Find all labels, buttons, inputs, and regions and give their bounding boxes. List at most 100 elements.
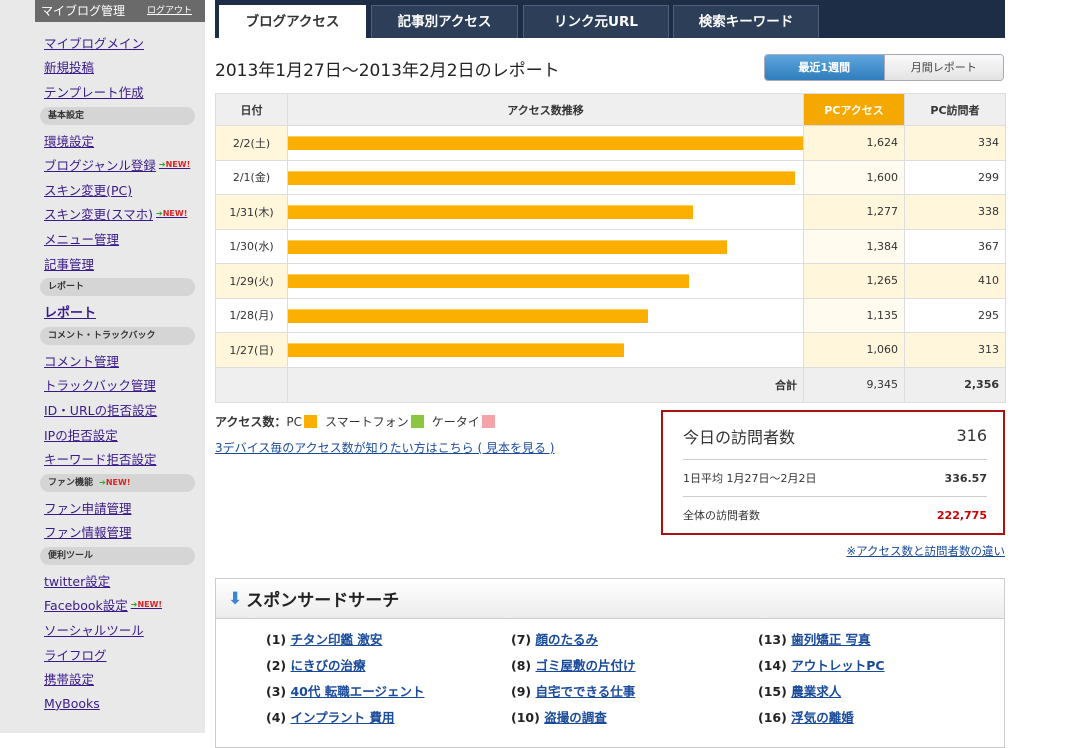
sponsored-item: (14) アウトレットPC: [758, 655, 998, 681]
sponsored-item-link[interactable]: チタン印鑑 激安: [290, 632, 382, 647]
row-date: 2/1(金): [215, 159, 288, 195]
legend-pc-swatch: [304, 415, 318, 428]
sponsored-item-number: (7): [511, 632, 532, 647]
row-access-bar-cell: [287, 159, 804, 195]
sidebar-item-articles[interactable]: 記事管理: [35, 251, 205, 276]
sidebar-item-fan-info[interactable]: ファン情報管理: [35, 520, 205, 545]
header-pc-access[interactable]: PCアクセス: [803, 93, 905, 126]
sponsored-item-link[interactable]: 顔のたるみ: [535, 632, 598, 647]
row-date: 1/29(火): [215, 263, 288, 299]
table-row: 1/27(日) 1,060 313: [215, 332, 1006, 368]
header-trend: アクセス数推移: [287, 93, 804, 126]
device-legend: アクセス数： PC スマートフォン ケータイ: [215, 413, 503, 430]
sponsored-item-number: (2): [266, 658, 287, 673]
sponsored-item: (10) 盗撮の調査: [511, 707, 751, 733]
sidebar-item-id-url-block[interactable]: ID・URLの拒否設定: [35, 397, 205, 422]
sidebar-item-mobile[interactable]: 携帯設定: [35, 666, 205, 691]
weekly-report-button[interactable]: 最近1週間: [765, 55, 884, 80]
sidebar-item-facebook-wrap: Facebook設定 ➔NEW!: [35, 593, 205, 618]
today-visitors-value: 316: [956, 426, 987, 445]
sponsored-item: (13) 歯列矯正 写真: [758, 629, 998, 655]
sponsored-item-link[interactable]: 40代 転職エージェント: [290, 684, 424, 699]
row-pc-access: 1,265: [803, 263, 905, 299]
sponsored-header: ⬇ スポンサードサーチ: [216, 579, 1004, 619]
sponsored-item: (16) 浮気の離婚: [758, 707, 998, 733]
new-badge: ➔NEW!: [156, 209, 188, 219]
sidebar-item-social[interactable]: ソーシャルツール: [35, 617, 205, 642]
sidebar-item-mybooks[interactable]: MyBooks: [35, 691, 205, 716]
total-label: 合計: [287, 366, 804, 403]
sidebar-item-comments[interactable]: コメント管理: [35, 348, 205, 373]
header-pc-visitors[interactable]: PC訪問者: [904, 93, 1006, 126]
sponsored-item-link[interactable]: 歯列矯正 写真: [791, 632, 870, 647]
sponsored-search-box: ⬇ スポンサードサーチ (1) チタン印鑑 激安 (2) にきびの治療 (3) 40…: [215, 578, 1005, 748]
sponsored-item-number: (8): [511, 658, 532, 673]
sidebar-item-lifelog[interactable]: ライフログ: [35, 642, 205, 667]
sidebar-section-tools: 便利ツール: [40, 547, 195, 566]
sidebar-item-facebook[interactable]: Facebook設定: [44, 595, 128, 614]
sidebar-item-keyword-block[interactable]: キーワード拒否設定: [35, 446, 205, 471]
access-bar: [288, 170, 795, 185]
row-access-bar-cell: [287, 332, 804, 368]
sidebar-item-environment[interactable]: 環境設定: [35, 128, 205, 153]
report-title: 2013年1月27日〜2013年2月2日のレポート: [215, 61, 560, 81]
sponsored-item: (8) ゴミ屋敷の片付け: [511, 655, 751, 681]
sidebar-item-report[interactable]: レポート: [35, 299, 205, 324]
sidebar-item-ip-block[interactable]: IPの拒否設定: [35, 422, 205, 447]
sidebar-item-twitter[interactable]: twitter設定: [35, 568, 205, 593]
sponsored-title: スポンサードサーチ: [246, 591, 400, 611]
table-row: 1/29(火) 1,265 410: [215, 263, 1006, 299]
sponsored-item-link[interactable]: ゴミ屋敷の片付け: [535, 658, 635, 673]
period-toggle: 最近1週間 月間レポート: [764, 54, 1004, 81]
sidebar-item-template[interactable]: テンプレート作成: [35, 79, 205, 104]
sponsored-item-link[interactable]: にきびの治療: [290, 658, 365, 673]
sidebar-item-skin-sp-wrap: スキン変更(スマホ) ➔NEW!: [35, 202, 205, 227]
device-breakdown-link[interactable]: 3デバイス毎のアクセス数が知りたい方はこちら ( 見本を見る ): [215, 439, 554, 456]
sponsored-item-number: (16): [758, 710, 787, 725]
row-access-bar-cell: [287, 125, 804, 161]
access-bar: [288, 343, 624, 357]
legend-mobile-label: ケータイ: [431, 415, 480, 429]
sidebar-item-genre[interactable]: ブログジャンル登録: [44, 155, 156, 174]
total-visitors-value: 222,775: [936, 508, 987, 522]
sidebar-title-bar: マイブログ管理 ログアウト: [35, 0, 205, 22]
sponsored-item-link[interactable]: 盗撮の調査: [544, 710, 607, 725]
access-bar: [288, 136, 803, 150]
sidebar-item-skin-sp[interactable]: スキン変更(スマホ): [44, 204, 153, 223]
sponsored-item-link[interactable]: 農業求人: [791, 684, 841, 699]
daily-average-label: 1日平均 1月27日〜2月2日: [683, 472, 817, 485]
visitor-summary-box: 今日の訪問者数 316 1日平均 1月27日〜2月2日 336.57 全体の訪問…: [661, 410, 1005, 535]
tab-blog-access[interactable]: ブログアクセス: [219, 5, 366, 38]
row-pc-access: 1,277: [803, 194, 905, 230]
sidebar-item-trackbacks[interactable]: トラックバック管理: [35, 373, 205, 398]
sponsored-item-link[interactable]: 自宅でできる仕事: [535, 684, 635, 699]
sponsored-item-link[interactable]: 浮気の離婚: [791, 710, 854, 725]
sidebar-links: マイブログメイン 新規投稿 テンプレート作成 基本設定 環境設定 ブログジャンル…: [35, 22, 205, 716]
logout-link[interactable]: ログアウト: [147, 0, 192, 22]
row-pc-access: 1,060: [803, 332, 905, 368]
sponsored-item-link[interactable]: アウトレットPC: [791, 658, 884, 673]
tab-search-keyword[interactable]: 検索キーワード: [673, 5, 819, 38]
tab-referrer-url[interactable]: リンク元URL: [523, 5, 669, 38]
sidebar-section-comment: コメント・トラックバック: [40, 326, 195, 345]
sidebar-item-myblog-main[interactable]: マイブログメイン: [35, 30, 205, 55]
sidebar-section-basic: 基本設定: [40, 106, 195, 125]
daily-average-value: 336.57: [944, 471, 987, 485]
row-date: 1/31(木): [215, 194, 288, 230]
sidebar-item-skin-pc[interactable]: スキン変更(PC): [35, 177, 205, 202]
sidebar-item-menu[interactable]: メニュー管理: [35, 226, 205, 251]
row-pc-visitors: 299: [904, 159, 1006, 195]
sidebar-item-fan-requests[interactable]: ファン申請管理: [35, 495, 205, 520]
total-pc-access: 9,345: [803, 366, 905, 403]
sponsored-item-link[interactable]: インプラント 費用: [290, 710, 394, 725]
access-vs-visitors-link[interactable]: ※アクセス数と訪問者数の違い: [846, 543, 1005, 559]
access-bar: [288, 205, 693, 219]
tab-article-access[interactable]: 記事別アクセス: [371, 5, 518, 38]
sponsored-column: (1) チタン印鑑 激安 (2) にきびの治療 (3) 40代 転職エージェント (4…: [266, 629, 506, 733]
monthly-report-button[interactable]: 月間レポート: [883, 55, 1003, 80]
row-pc-access: 1,624: [803, 125, 905, 161]
row-pc-visitors: 295: [904, 297, 1006, 333]
row-pc-access: 1,600: [803, 159, 905, 195]
sponsored-item-number: (13): [758, 632, 787, 647]
sidebar-item-new-post[interactable]: 新規投稿: [35, 55, 205, 80]
